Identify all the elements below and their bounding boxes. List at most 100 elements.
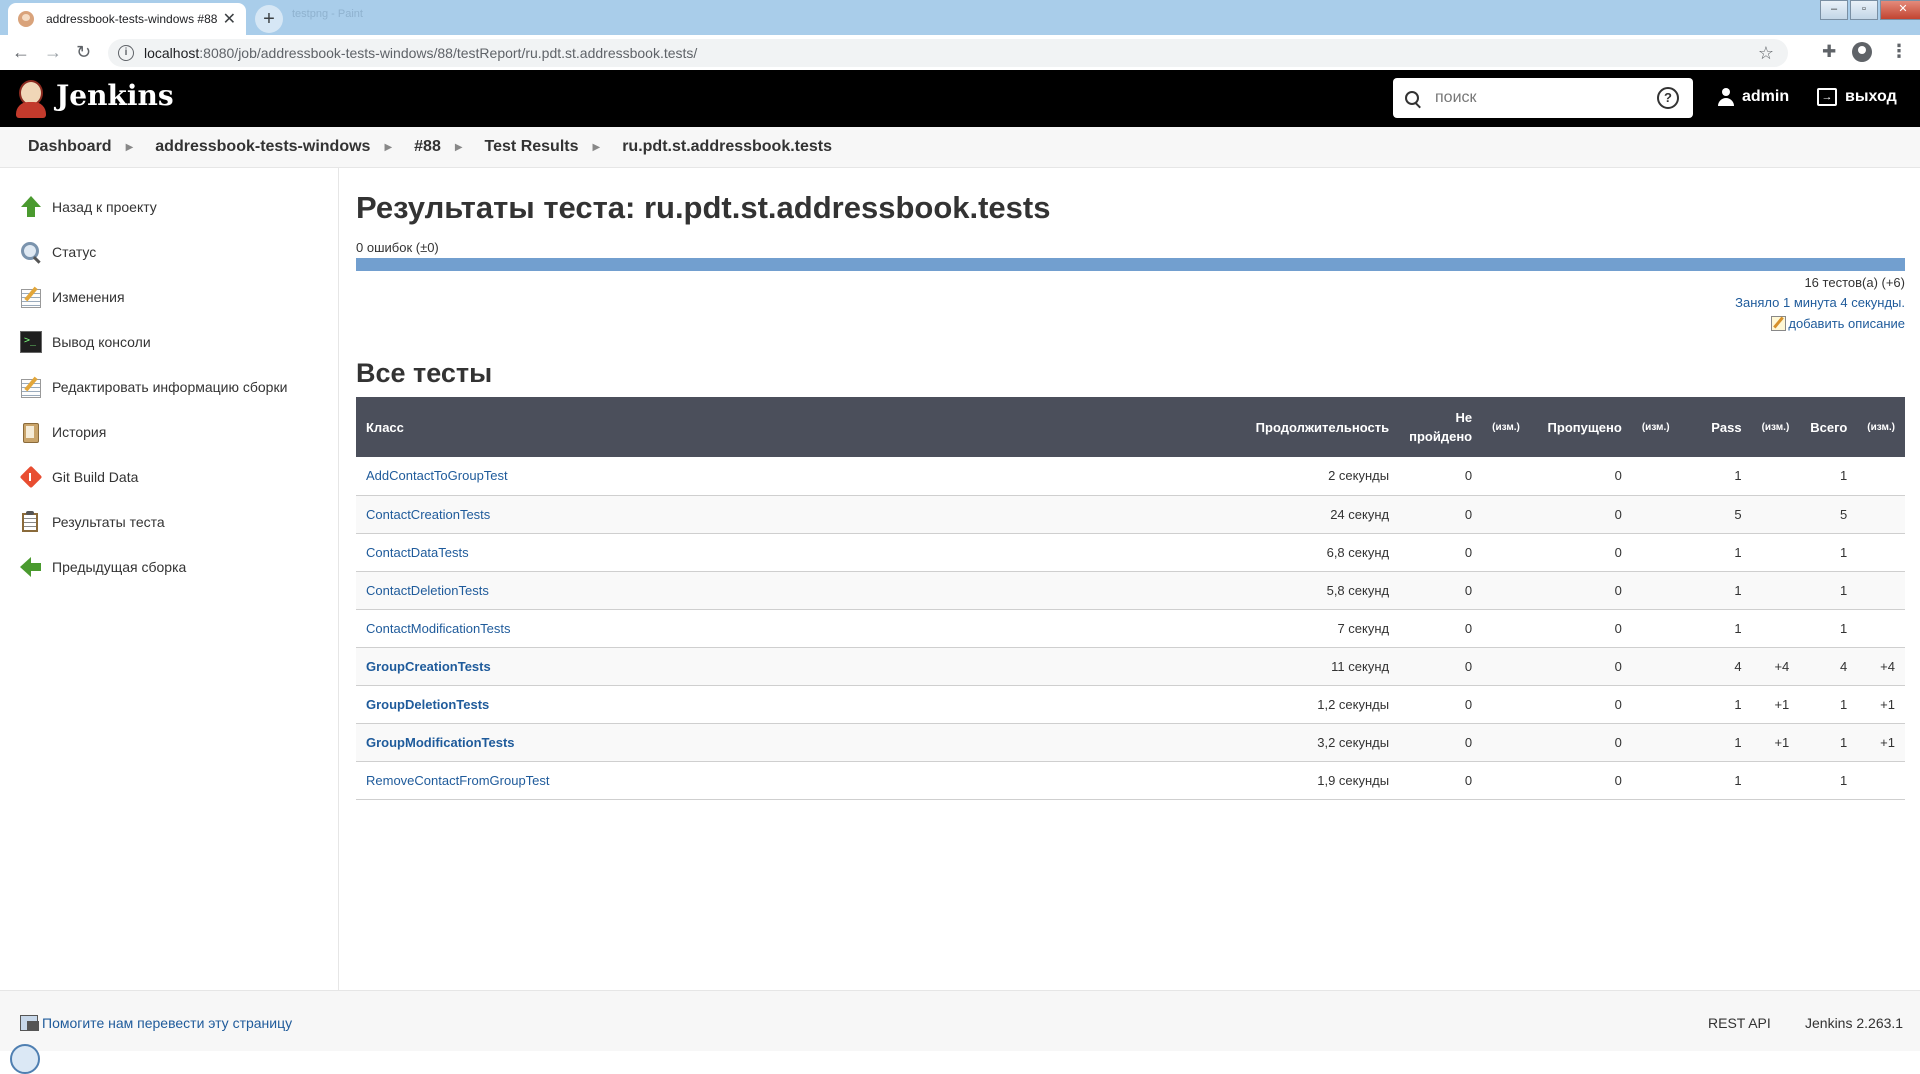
new-tab-button[interactable]: + xyxy=(255,5,283,33)
sidebar-item-back-to-project[interactable]: Назад к проекту xyxy=(20,196,157,218)
column-header-class[interactable]: Класс xyxy=(356,397,1229,457)
extensions-icon[interactable]: ✚ xyxy=(1822,42,1836,62)
test-class-link[interactable]: GroupCreationTests xyxy=(366,659,491,674)
column-header-pass-diff[interactable]: (изм.) xyxy=(1752,397,1800,457)
sidebar-item-history[interactable]: История xyxy=(20,421,106,443)
test-skipped-count: 0 xyxy=(1614,620,1622,636)
jenkins-brand[interactable]: Jenkins xyxy=(56,79,174,112)
translate-link[interactable]: Помогите нам перевести эту страницу xyxy=(20,1015,292,1031)
test-failed-count: 0 xyxy=(1464,506,1473,522)
sidebar-item-git-build-data[interactable]: Git Build Data xyxy=(20,466,138,488)
rest-api-link[interactable]: REST API xyxy=(1708,1015,1771,1031)
translate-label: Помогите нам перевести эту страницу xyxy=(42,1015,293,1031)
browser-tabstrip: addressbook-tests-windows #88 ✕ + testpn… xyxy=(0,0,1920,35)
help-icon[interactable]: ? xyxy=(1657,87,1679,109)
test-failed-diff xyxy=(1482,457,1530,495)
edit-icon xyxy=(1771,316,1787,331)
column-header-skipped-diff[interactable]: (изм.) xyxy=(1632,397,1680,457)
test-total-count: 1 xyxy=(1840,734,1848,750)
test-skipped-diff xyxy=(1632,647,1680,685)
search-input[interactable] xyxy=(1433,88,1657,108)
git-icon xyxy=(20,466,42,488)
maximize-icon[interactable]: ▫ xyxy=(1850,0,1878,20)
site-info-icon[interactable]: i xyxy=(118,45,134,61)
window-controls: – ▫ ✕ xyxy=(1818,0,1920,20)
back-icon[interactable]: ← xyxy=(12,43,30,61)
add-description-link[interactable]: добавить описание xyxy=(1771,316,1905,331)
translate-icon xyxy=(20,1015,39,1031)
breadcrumb-job[interactable]: addressbook-tests-windows xyxy=(155,138,370,156)
forward-icon[interactable]: → xyxy=(44,43,62,61)
table-row: AddContactToGroupTest 2 секунды 0 0 1 1 xyxy=(356,457,1905,495)
browser-menu-icon[interactable]: ⋮ xyxy=(1890,41,1908,62)
test-pass-diff: +4 xyxy=(1774,658,1790,674)
user-link[interactable]: admin xyxy=(1718,88,1789,106)
test-class-link[interactable]: AddContactToGroupTest xyxy=(366,468,508,483)
test-total-count: 5 xyxy=(1840,506,1848,522)
sidebar-item-status[interactable]: Статус xyxy=(20,241,96,263)
breadcrumb-chevron-icon[interactable]: ▶ xyxy=(384,142,392,153)
test-class-link[interactable]: GroupModificationTests xyxy=(366,735,515,750)
breadcrumb-chevron-icon[interactable]: ▶ xyxy=(455,142,463,153)
jenkins-version-link[interactable]: Jenkins 2.263.1 xyxy=(1805,1015,1903,1031)
breadcrumb-build[interactable]: #88 xyxy=(414,138,441,156)
column-header-skipped[interactable]: Пропущено xyxy=(1530,397,1632,457)
window-close-icon[interactable]: ✕ xyxy=(1880,0,1920,20)
add-description-label: добавить описание xyxy=(1788,316,1905,331)
test-pass-count: 1 xyxy=(1734,582,1742,598)
bookmark-star-icon[interactable]: ☆ xyxy=(1758,43,1774,64)
test-duration: 7 секунд xyxy=(1337,620,1390,636)
up-arrow-icon xyxy=(20,196,42,218)
jenkins-logo-icon[interactable] xyxy=(16,78,46,118)
test-failed-diff xyxy=(1482,609,1530,647)
column-header-total-diff[interactable]: (изм.) xyxy=(1857,397,1905,457)
test-class-link[interactable]: RemoveContactFromGroupTest xyxy=(366,773,550,788)
test-pass-count: 1 xyxy=(1734,544,1742,560)
test-count: 16 тестов(а) (+6) xyxy=(1804,275,1905,290)
table-row: RemoveContactFromGroupTest 1,9 секунды 0 0 1… xyxy=(356,761,1905,799)
test-class-link[interactable]: ContactCreationTests xyxy=(366,507,490,522)
breadcrumb-chevron-icon[interactable]: ▶ xyxy=(126,142,134,153)
column-header-failed-line2: пройдено xyxy=(1409,429,1473,444)
tab-close-icon[interactable]: ✕ xyxy=(223,9,236,29)
took-link[interactable]: Заняло 1 минута 4 секунды. xyxy=(1735,295,1905,310)
test-class-link[interactable]: ContactModificationTests xyxy=(366,621,511,636)
reload-icon[interactable]: ↻ xyxy=(76,43,91,61)
test-result-bar xyxy=(356,258,1905,271)
sidebar-item-edit-build-info[interactable]: Редактировать информацию сборки xyxy=(20,376,287,398)
breadcrumb-package[interactable]: ru.pdt.st.addressbook.tests xyxy=(622,138,832,156)
address-bar[interactable]: i localhost:8080/job/addressbook-tests-w… xyxy=(108,39,1788,67)
sidebar-item-label: Git Build Data xyxy=(52,469,139,485)
url-host: localhost xyxy=(144,45,200,61)
browser-tab[interactable]: addressbook-tests-windows #88 ✕ xyxy=(8,3,246,35)
test-pass-diff: +1 xyxy=(1774,696,1790,712)
column-header-total[interactable]: Всего xyxy=(1799,397,1857,457)
sidebar-item-previous-build[interactable]: Предыдущая сборка xyxy=(20,556,186,578)
column-header-duration[interactable]: Продолжительность xyxy=(1229,397,1399,457)
profile-icon[interactable] xyxy=(1852,42,1872,62)
test-class-link[interactable]: ContactDeletionTests xyxy=(366,583,489,598)
test-result-bar-pass xyxy=(356,258,1905,271)
breadcrumb-test-results[interactable]: Test Results xyxy=(485,138,579,156)
breadcrumb-dashboard[interactable]: Dashboard xyxy=(28,138,112,156)
test-duration: 3,2 секунды xyxy=(1317,734,1390,750)
sidebar-item-console-output[interactable]: Вывод консоли xyxy=(20,331,151,353)
test-failed-diff xyxy=(1482,685,1530,723)
search-box: ? xyxy=(1393,78,1693,118)
column-header-failed-diff[interactable]: (изм.) xyxy=(1482,397,1530,457)
test-duration: 1,9 секунды xyxy=(1317,772,1390,788)
clipboard-icon xyxy=(20,511,42,533)
page-footer: Помогите нам перевести эту страницу REST… xyxy=(0,990,1920,1074)
test-skipped-diff xyxy=(1632,761,1680,799)
breadcrumb-chevron-icon[interactable]: ▶ xyxy=(593,142,601,153)
test-failed-count: 0 xyxy=(1464,696,1473,712)
sidebar-item-test-results[interactable]: Результаты теста xyxy=(20,511,165,533)
table-row: ContactDeletionTests 5,8 секунд 0 0 1 1 xyxy=(356,571,1905,609)
column-header-failed[interactable]: Не пройдено xyxy=(1399,397,1482,457)
logout-link[interactable]: → выход xyxy=(1817,88,1897,106)
minimize-icon[interactable]: – xyxy=(1820,0,1848,20)
test-class-link[interactable]: GroupDeletionTests xyxy=(366,697,489,712)
test-class-link[interactable]: ContactDataTests xyxy=(366,545,469,560)
sidebar-item-changes[interactable]: Изменения xyxy=(20,286,125,308)
column-header-pass[interactable]: Pass xyxy=(1680,397,1752,457)
